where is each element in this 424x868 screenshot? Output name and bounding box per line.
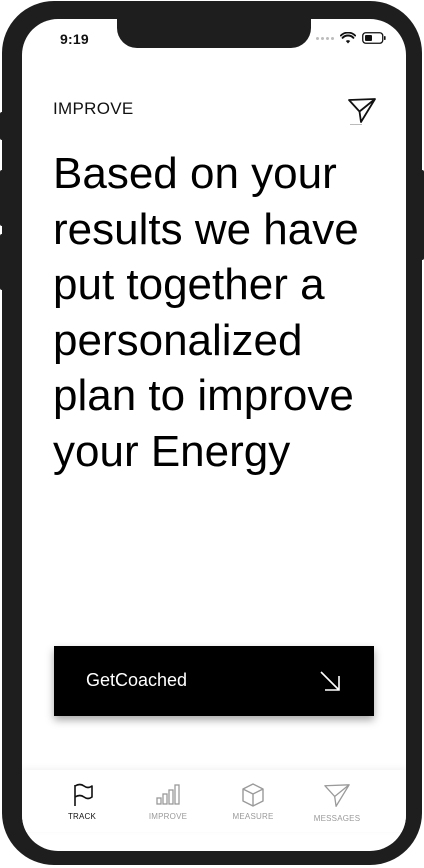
get-coached-button[interactable]: GetCoached: [54, 646, 374, 716]
bottom-nav: TRACK IMPROVE MEASURE MESSAGES: [22, 770, 406, 832]
tab-track[interactable]: TRACK: [47, 782, 117, 821]
send-icon: [302, 782, 372, 810]
tab-improve[interactable]: IMPROVE: [133, 782, 203, 821]
tab-messages-label: MESSAGES: [313, 814, 361, 823]
cube-icon: [218, 782, 288, 808]
phone-frame: 9:19 IMPROVE Based on your results we ha…: [2, 1, 422, 865]
signal-icon: [316, 36, 334, 40]
notch: [117, 19, 311, 48]
status-time: 9:19: [60, 31, 89, 47]
page-title: IMPROVE: [53, 99, 134, 118]
tab-track-label: TRACK: [67, 812, 97, 821]
send-icon[interactable]: [347, 96, 379, 130]
status-indicators: [316, 32, 386, 44]
tab-improve-label: IMPROVE: [148, 812, 188, 821]
wifi-icon: [340, 32, 356, 44]
tab-messages[interactable]: MESSAGES: [302, 782, 372, 823]
headline: Based on your results we have put togeth…: [53, 149, 359, 476]
battery-icon: [362, 32, 386, 44]
tab-measure[interactable]: MEASURE: [218, 782, 288, 821]
flag-icon: [47, 782, 117, 808]
get-coached-label: GetCoached: [86, 670, 188, 690]
screen: 9:19 IMPROVE Based on your results we ha…: [22, 19, 406, 851]
tab-measure-label: MEASURE: [232, 812, 274, 821]
arrow-down-right-icon: [317, 668, 343, 694]
bar-chart-icon: [133, 782, 203, 808]
